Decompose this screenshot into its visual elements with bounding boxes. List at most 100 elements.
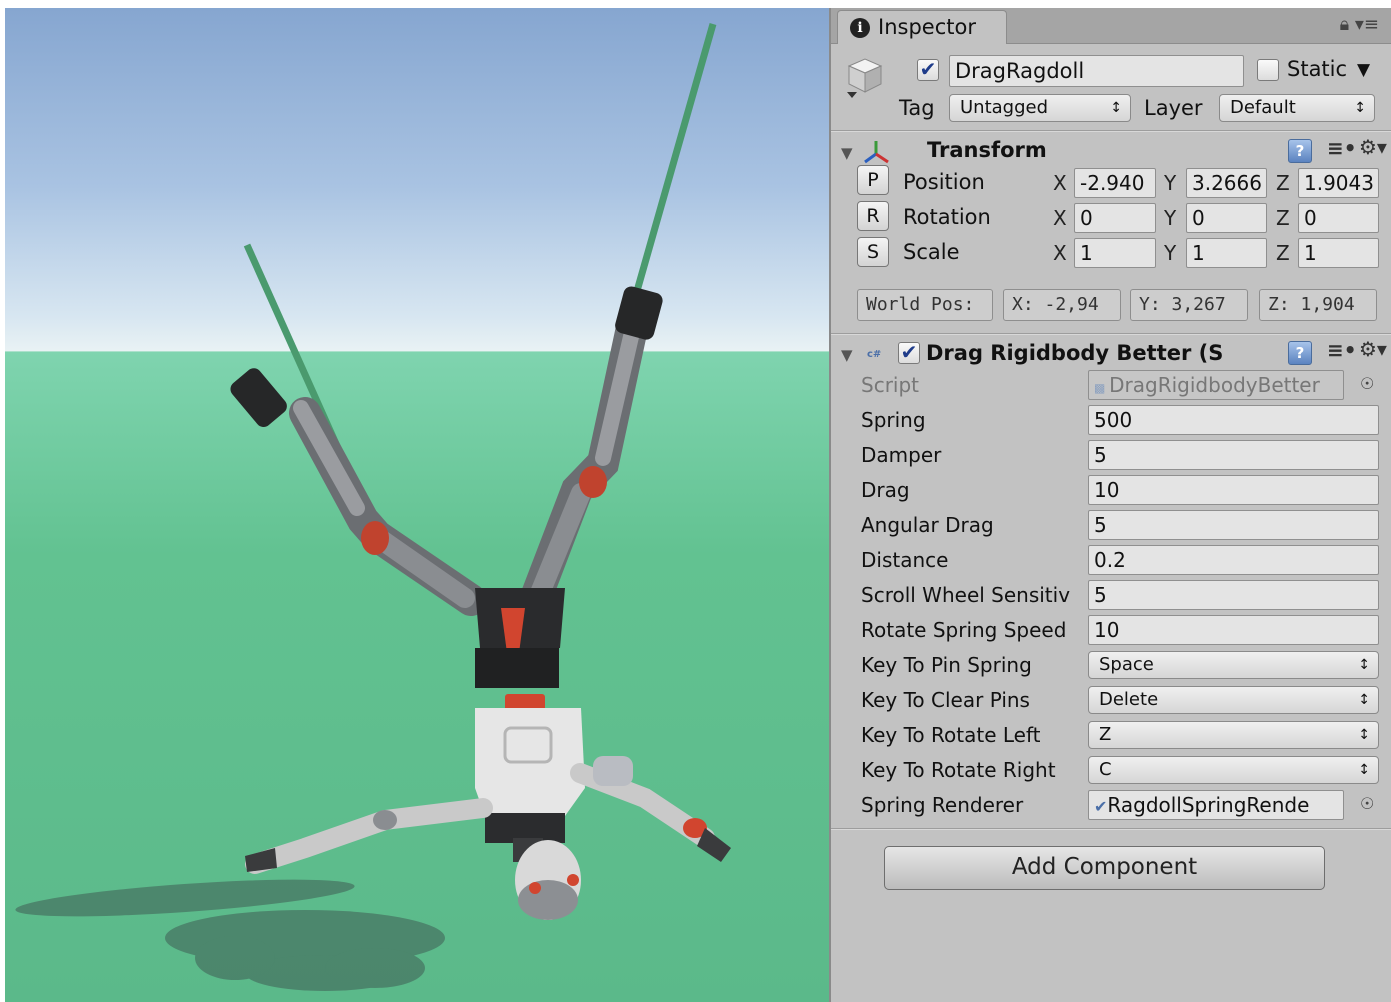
inspector-tabbar: i Inspector 🔒︎ ▾≡ bbox=[831, 8, 1391, 44]
scene-render bbox=[15, 23, 731, 991]
gameobject-cube-icon bbox=[845, 56, 885, 100]
scale-x-field[interactable]: 1 bbox=[1074, 238, 1156, 268]
position-x-field[interactable]: -2.940 bbox=[1074, 168, 1156, 198]
tag-label: Tag bbox=[899, 96, 935, 120]
axis-y-label: Y bbox=[1164, 241, 1177, 265]
ragdoll-robot bbox=[230, 286, 731, 920]
world-pos-y: Y: 3,267 bbox=[1130, 289, 1248, 321]
gameobject-name-field[interactable]: DragRagdoll bbox=[949, 55, 1244, 87]
angular-drag-label: Angular Drag bbox=[861, 513, 994, 537]
csharp-script-icon: c# bbox=[867, 349, 882, 360]
foldout-arrow-icon[interactable]: ▼ bbox=[841, 144, 853, 162]
axis-x-label: X bbox=[1053, 206, 1067, 230]
drag-field[interactable]: 10 bbox=[1088, 475, 1379, 505]
tag-value: Untagged bbox=[960, 97, 1049, 118]
world-pos-label: World Pos: bbox=[857, 289, 993, 321]
layer-label: Layer bbox=[1144, 96, 1203, 120]
foldout-arrow-icon[interactable]: ▼ bbox=[841, 346, 853, 364]
divider bbox=[831, 130, 1391, 132]
scale-reset-button[interactable]: S bbox=[857, 237, 889, 267]
static-dropdown-arrow-icon[interactable]: ▼ bbox=[1357, 60, 1370, 80]
info-icon: i bbox=[850, 18, 870, 38]
help-book-icon[interactable]: ? bbox=[1288, 139, 1312, 163]
rotation-y-field[interactable]: 0 bbox=[1186, 203, 1267, 233]
axis-y-label: Y bbox=[1164, 171, 1177, 195]
script-field: ▩ DragRigidbodyBetter bbox=[1088, 370, 1344, 400]
spring-label: Spring bbox=[861, 408, 926, 432]
script-label: Script bbox=[861, 373, 920, 397]
angular-drag-field[interactable]: 5 bbox=[1088, 510, 1379, 540]
spring-renderer-value: RagdollSpringRende bbox=[1107, 793, 1310, 817]
layer-value: Default bbox=[1230, 97, 1296, 118]
scale-z-field[interactable]: 1 bbox=[1298, 238, 1379, 268]
gear-icon[interactable]: ⚙▾ bbox=[1359, 135, 1387, 159]
damper-label: Damper bbox=[861, 443, 942, 467]
scroll-wheel-field[interactable]: 5 bbox=[1088, 580, 1379, 610]
lock-icon[interactable]: 🔒︎ ▾≡ bbox=[1340, 14, 1379, 35]
key-rotate-right-value: C bbox=[1099, 759, 1112, 780]
key-clear-pins-label: Key To Clear Pins bbox=[861, 688, 1030, 712]
key-rotate-right-dropdown[interactable]: C ↕ bbox=[1088, 756, 1379, 784]
ragdoll-shadow bbox=[15, 879, 445, 991]
updown-arrow-icon: ↕ bbox=[1358, 727, 1370, 743]
damper-field[interactable]: 5 bbox=[1088, 440, 1379, 470]
axis-z-label: Z bbox=[1276, 206, 1290, 230]
tab-inspector-label: Inspector bbox=[878, 15, 976, 39]
tag-dropdown[interactable]: Untagged ↕ bbox=[949, 94, 1131, 122]
axis-z-label: Z bbox=[1276, 171, 1290, 195]
spring-renderer-field[interactable]: ✔RagdollSpringRende bbox=[1088, 790, 1344, 820]
spring-line-right bbox=[631, 23, 717, 299]
preset-icon[interactable]: ≡• bbox=[1327, 338, 1357, 362]
key-rotate-right-label: Key To Rotate Right bbox=[861, 758, 1056, 782]
line-renderer-icon: ✔ bbox=[1094, 797, 1108, 816]
updown-arrow-icon: ↕ bbox=[1358, 692, 1370, 708]
updown-arrow-icon: ↕ bbox=[1354, 100, 1366, 116]
preset-icon[interactable]: ≡• bbox=[1327, 136, 1357, 160]
component-title: Drag Rigidbody Better (S bbox=[926, 341, 1224, 365]
object-picker-icon[interactable]: ☉ bbox=[1360, 374, 1374, 393]
add-component-button[interactable]: Add Component bbox=[884, 846, 1325, 890]
object-picker-icon[interactable]: ☉ bbox=[1360, 794, 1374, 813]
script-value: DragRigidbodyBetter bbox=[1109, 373, 1320, 397]
divider bbox=[831, 333, 1391, 335]
scale-label: Scale bbox=[903, 240, 960, 264]
tab-inspector[interactable]: i Inspector bbox=[837, 10, 1007, 44]
transform-icon bbox=[861, 138, 891, 168]
rotation-z-field[interactable]: 0 bbox=[1298, 203, 1379, 233]
rotation-x-field[interactable]: 0 bbox=[1074, 203, 1156, 233]
layer-dropdown[interactable]: Default ↕ bbox=[1219, 94, 1375, 122]
position-reset-button[interactable]: P bbox=[857, 165, 889, 195]
key-rotate-left-value: Z bbox=[1099, 724, 1112, 745]
axis-x-label: X bbox=[1053, 241, 1067, 265]
key-clear-pins-dropdown[interactable]: Delete ↕ bbox=[1088, 686, 1379, 714]
component-enabled-checkbox[interactable]: ✔ bbox=[898, 342, 920, 364]
rotation-reset-button[interactable]: R bbox=[857, 201, 889, 231]
drag-label: Drag bbox=[861, 478, 910, 502]
divider bbox=[831, 828, 1391, 830]
world-pos-x: X: -2,94 bbox=[1003, 289, 1121, 321]
help-book-icon[interactable]: ? bbox=[1288, 341, 1312, 365]
scale-y-field[interactable]: 1 bbox=[1186, 238, 1267, 268]
axis-x-label: X bbox=[1053, 171, 1067, 195]
script-file-icon: ▩ bbox=[1094, 381, 1110, 395]
spring-field[interactable]: 500 bbox=[1088, 405, 1379, 435]
distance-label: Distance bbox=[861, 548, 949, 572]
axis-z-label: Z bbox=[1276, 241, 1290, 265]
position-z-field[interactable]: 1.9043 bbox=[1298, 168, 1379, 198]
key-rotate-left-dropdown[interactable]: Z ↕ bbox=[1088, 721, 1379, 749]
key-pin-spring-value: Space bbox=[1099, 654, 1154, 675]
axis-y-label: Y bbox=[1164, 206, 1177, 230]
gear-icon[interactable]: ⚙▾ bbox=[1359, 337, 1387, 361]
active-checkbox[interactable]: ✔ bbox=[917, 59, 939, 81]
updown-arrow-icon: ↕ bbox=[1358, 762, 1370, 778]
scene-view[interactable] bbox=[5, 8, 829, 1002]
distance-field[interactable]: 0.2 bbox=[1088, 545, 1379, 575]
rotate-spring-speed-label: Rotate Spring Speed bbox=[861, 618, 1067, 642]
rotate-spring-speed-field[interactable]: 10 bbox=[1088, 615, 1379, 645]
key-pin-spring-dropdown[interactable]: Space ↕ bbox=[1088, 651, 1379, 679]
spring-renderer-label: Spring Renderer bbox=[861, 793, 1024, 817]
inspector-panel: i Inspector 🔒︎ ▾≡ ✔ DragRagdoll ✔ Static… bbox=[829, 8, 1391, 1002]
static-checkbox[interactable]: ✔ bbox=[1257, 59, 1279, 81]
key-pin-spring-label: Key To Pin Spring bbox=[861, 653, 1032, 677]
position-y-field[interactable]: 3.2666 bbox=[1186, 168, 1267, 198]
